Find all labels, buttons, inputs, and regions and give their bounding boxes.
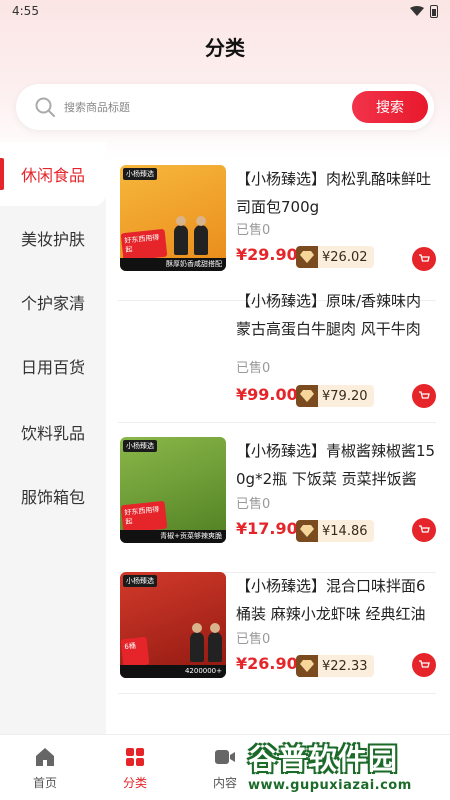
product-price: ¥99.00 bbox=[236, 385, 298, 404]
search-input[interactable] bbox=[64, 84, 344, 130]
search-icon bbox=[35, 97, 55, 117]
category-icon bbox=[126, 747, 144, 766]
sidebar-item-label: 服饰箱包 bbox=[20, 488, 85, 507]
product-image[interactable]: 小杨臻选 好东西用得起 酥厚奶香咸甜搭配 bbox=[120, 165, 226, 271]
header-background bbox=[0, 0, 450, 160]
active-indicator bbox=[0, 158, 4, 190]
product-price: ¥26.90 bbox=[236, 654, 298, 673]
add-to-cart-button[interactable] bbox=[412, 518, 436, 542]
cart-icon bbox=[419, 525, 430, 533]
status-bar: 4:55 bbox=[0, 0, 450, 22]
sold-count: 已售0 bbox=[236, 632, 271, 647]
watermark-url: www.gupuxiazai.com bbox=[248, 778, 412, 793]
cart-icon bbox=[419, 254, 430, 262]
category-sidebar: 休闲食品 美妆护肤 个护家清 日用百货 饮料乳品 服饰箱包 bbox=[0, 142, 106, 734]
sold-count: 已售0 bbox=[236, 223, 271, 238]
diamond-icon bbox=[296, 385, 318, 407]
sidebar-item-daily-goods[interactable]: 日用百货 bbox=[0, 334, 106, 398]
member-price: ¥26.02 bbox=[296, 246, 374, 268]
sidebar-item-personal-care[interactable]: 个护家清 bbox=[0, 270, 106, 334]
sold-count: 已售0 bbox=[236, 361, 271, 376]
add-to-cart-button[interactable] bbox=[412, 247, 436, 271]
person-figure bbox=[174, 216, 188, 255]
status-time: 4:55 bbox=[12, 4, 39, 18]
person-figure bbox=[208, 623, 222, 662]
image-caption: 酥厚奶香咸甜搭配 bbox=[120, 258, 226, 271]
cart-icon bbox=[419, 660, 430, 668]
tab-home[interactable]: 首页 bbox=[0, 735, 90, 800]
sidebar-item-label: 个护家清 bbox=[20, 294, 85, 313]
sidebar-item-label: 饮料乳品 bbox=[20, 424, 85, 443]
member-price-value: ¥26.02 bbox=[322, 249, 368, 265]
sidebar-item-beauty[interactable]: 美妆护肤 bbox=[0, 206, 106, 270]
add-to-cart-button[interactable] bbox=[412, 384, 436, 408]
site-watermark: 谷普软件园 www.gupuxiazai.com bbox=[248, 736, 448, 798]
image-caption: 4200000+ bbox=[120, 665, 226, 678]
product-card[interactable]: 小杨臻选 好东西用得起 酥厚奶香咸甜搭配 【小杨臻选】肉松乳酪味鲜吐司面包700… bbox=[118, 165, 436, 301]
cart-icon bbox=[419, 391, 430, 399]
member-price: ¥22.33 bbox=[296, 655, 374, 677]
brand-tag: 小杨臻选 bbox=[123, 168, 157, 180]
battery-icon bbox=[430, 4, 438, 18]
product-card[interactable]: 小杨臻选 6桶 4200000+ 【小杨臻选】混合口味拌面6桶装 麻辣小龙虾味 … bbox=[118, 572, 436, 694]
product-image[interactable]: 小杨臻选 6桶 4200000+ bbox=[120, 572, 226, 678]
sold-count: 已售0 bbox=[236, 497, 271, 512]
member-price: ¥79.20 bbox=[296, 385, 374, 407]
product-title[interactable]: 【小杨臻选】原味/香辣味内蒙古高蛋白牛腿肉 风干牛肉 bbox=[236, 287, 436, 343]
image-caption: 青椒+贡菜够辣爽脆 bbox=[120, 530, 226, 543]
home-icon bbox=[36, 747, 54, 766]
member-price-value: ¥79.20 bbox=[322, 388, 368, 404]
product-title[interactable]: 【小杨臻选】青椒酱辣椒酱150g*2瓶 下饭菜 贡菜拌饭酱 bbox=[236, 437, 436, 493]
slogan-badge: 6桶 bbox=[120, 636, 150, 668]
search-button[interactable]: 搜索 bbox=[352, 91, 428, 123]
product-card[interactable]: 【小杨臻选】原味/香辣味内蒙古高蛋白牛腿肉 风干牛肉 已售0 ¥99.00 ¥7… bbox=[118, 287, 436, 423]
member-price-value: ¥22.33 bbox=[322, 658, 368, 674]
slogan-badge: 好东西用得起 bbox=[120, 500, 168, 534]
wifi-icon bbox=[410, 6, 424, 16]
diamond-icon bbox=[296, 246, 318, 268]
sidebar-item-apparel-bags[interactable]: 服饰箱包 bbox=[0, 464, 106, 528]
diamond-icon bbox=[296, 655, 318, 677]
person-figure bbox=[190, 623, 204, 662]
slogan-badge: 好东西用得起 bbox=[120, 228, 168, 262]
product-price: ¥29.90 bbox=[236, 245, 298, 264]
product-image[interactable]: 小杨臻选 好东西用得起 青椒+贡菜够辣爽脆 bbox=[120, 437, 226, 543]
product-price: ¥17.90 bbox=[236, 519, 298, 538]
tab-label: 首页 bbox=[32, 775, 57, 790]
sidebar-item-label: 休闲食品 bbox=[20, 166, 85, 185]
search-bar: 搜索 bbox=[16, 84, 434, 130]
sidebar-item-label: 日用百货 bbox=[20, 358, 85, 377]
watermark-title: 谷普软件园 bbox=[248, 742, 399, 776]
add-to-cart-button[interactable] bbox=[412, 653, 436, 677]
product-card[interactable]: 小杨臻选 好东西用得起 青椒+贡菜够辣爽脆 【小杨臻选】青椒酱辣椒酱150g*2… bbox=[118, 437, 436, 573]
brand-tag: 小杨臻选 bbox=[123, 575, 157, 587]
member-price: ¥14.86 bbox=[296, 520, 374, 542]
brand-tag: 小杨臻选 bbox=[123, 440, 157, 452]
person-figure bbox=[194, 216, 208, 255]
sidebar-item-drinks-dairy[interactable]: 饮料乳品 bbox=[0, 400, 106, 464]
sidebar-item-snacks[interactable]: 休闲食品 bbox=[0, 142, 106, 206]
tab-label: 分类 bbox=[122, 775, 147, 790]
video-icon bbox=[215, 749, 235, 764]
product-title[interactable]: 【小杨臻选】肉松乳酪味鲜吐司面包700g bbox=[236, 165, 436, 221]
page-title: 分类 bbox=[205, 36, 245, 60]
member-price-value: ¥14.86 bbox=[322, 523, 368, 539]
tab-label: 内容 bbox=[212, 775, 237, 790]
product-title[interactable]: 【小杨臻选】混合口味拌面6桶装 麻辣小龙虾味 经典红油 bbox=[236, 572, 436, 628]
status-icons bbox=[410, 4, 438, 18]
sidebar-item-label: 美妆护肤 bbox=[20, 230, 85, 249]
diamond-icon bbox=[296, 520, 318, 542]
tab-category[interactable]: 分类 bbox=[90, 735, 180, 800]
